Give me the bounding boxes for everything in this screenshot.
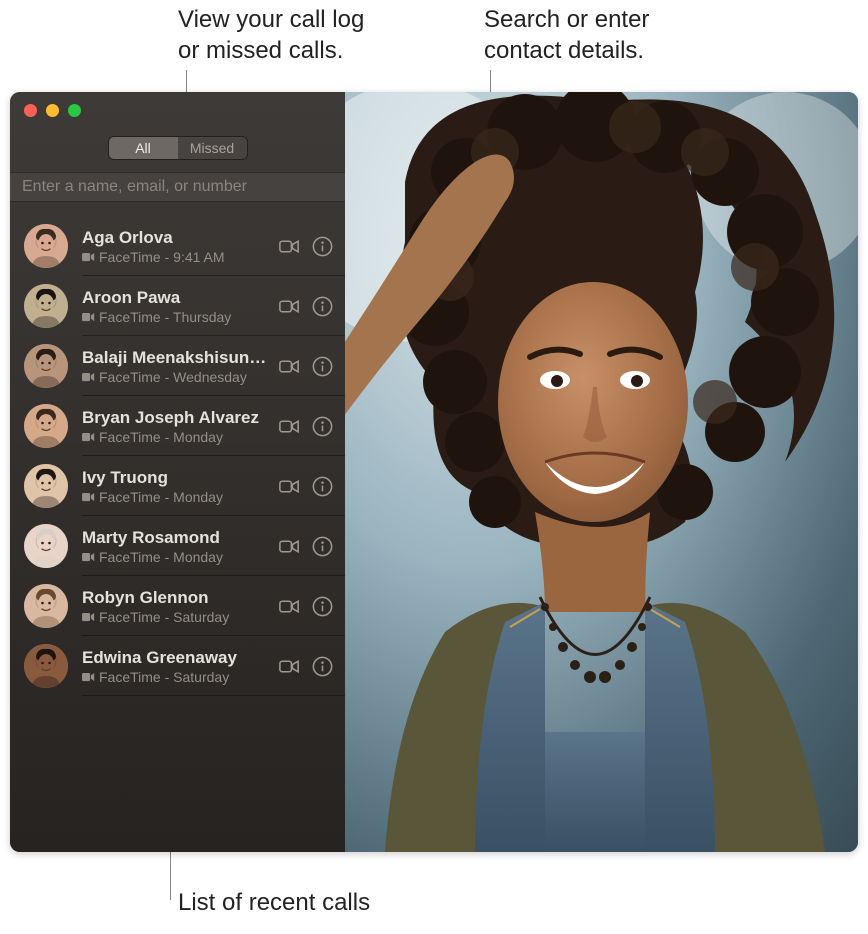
callout-search: Search or enter contact details. — [484, 4, 649, 66]
call-actions — [277, 294, 335, 319]
recent-calls-list: Aga OrlovaFaceTime - 9:41 AM Aroon PawaF… — [10, 202, 345, 852]
video-icon — [82, 669, 95, 685]
call-info: Marty RosamondFaceTime - Monday — [82, 528, 271, 565]
contact-name: Balaji Meenakshisun… — [82, 348, 271, 368]
call-meta: FaceTime - Monday — [82, 549, 271, 565]
avatar — [24, 524, 68, 568]
info-button[interactable] — [310, 534, 335, 559]
call-row[interactable]: Aroon PawaFaceTime - Thursday — [10, 276, 345, 336]
minimize-window-button[interactable] — [46, 104, 59, 117]
call-info: Balaji Meenakshisun…FaceTime - Wednesday — [82, 348, 271, 385]
tab-all[interactable]: All — [109, 137, 178, 159]
avatar — [24, 464, 68, 508]
callout-tabs: View your call log or missed calls. — [178, 4, 364, 66]
call-row[interactable]: Balaji Meenakshisun…FaceTime - Wednesday — [10, 336, 345, 396]
call-meta: FaceTime - Monday — [82, 429, 271, 445]
avatar — [24, 344, 68, 388]
call-info: Ivy TruongFaceTime - Monday — [82, 468, 271, 505]
info-button[interactable] — [310, 354, 335, 379]
callout-list: List of recent calls — [178, 887, 370, 918]
call-row[interactable]: Edwina GreenawayFaceTime - Saturday — [10, 636, 345, 696]
contact-name: Edwina Greenaway — [82, 648, 271, 668]
video-icon — [82, 369, 95, 385]
window-controls — [10, 92, 345, 130]
sidebar: All Missed Aga OrlovaFaceTime - 9:41 AM … — [10, 92, 345, 852]
fullscreen-window-button[interactable] — [68, 104, 81, 117]
contact-name: Aga Orlova — [82, 228, 271, 248]
video-call-button[interactable] — [277, 414, 302, 439]
info-button[interactable] — [310, 474, 335, 499]
info-button[interactable] — [310, 414, 335, 439]
call-type-time: FaceTime - Thursday — [99, 309, 231, 325]
call-actions — [277, 654, 335, 679]
contact-name: Marty Rosamond — [82, 528, 271, 548]
facetime-window: All Missed Aga OrlovaFaceTime - 9:41 AM … — [10, 92, 858, 852]
call-row[interactable]: Bryan Joseph AlvarezFaceTime - Monday — [10, 396, 345, 456]
tab-missed[interactable]: Missed — [178, 137, 247, 159]
call-info: Bryan Joseph AlvarezFaceTime - Monday — [82, 408, 271, 445]
search-input[interactable] — [10, 172, 345, 202]
info-button[interactable] — [310, 594, 335, 619]
call-info: Aga OrlovaFaceTime - 9:41 AM — [82, 228, 271, 265]
video-call-button[interactable] — [277, 354, 302, 379]
video-icon — [82, 489, 95, 505]
call-type-time: FaceTime - Monday — [99, 489, 223, 505]
info-button[interactable] — [310, 654, 335, 679]
call-actions — [277, 414, 335, 439]
call-info: Aroon PawaFaceTime - Thursday — [82, 288, 271, 325]
call-type-time: FaceTime - Wednesday — [99, 369, 247, 385]
call-type-time: FaceTime - Monday — [99, 429, 223, 445]
contact-name: Robyn Glennon — [82, 588, 271, 608]
video-call-button[interactable] — [277, 534, 302, 559]
call-info: Edwina GreenawayFaceTime - Saturday — [82, 648, 271, 685]
info-button[interactable] — [310, 294, 335, 319]
call-actions — [277, 474, 335, 499]
call-row[interactable]: Marty RosamondFaceTime - Monday — [10, 516, 345, 576]
call-meta: FaceTime - Thursday — [82, 309, 271, 325]
video-call-button[interactable] — [277, 654, 302, 679]
call-meta: FaceTime - Wednesday — [82, 369, 271, 385]
call-info: Robyn GlennonFaceTime - Saturday — [82, 588, 271, 625]
avatar — [24, 404, 68, 448]
call-meta: FaceTime - Saturday — [82, 669, 271, 685]
call-row[interactable]: Robyn GlennonFaceTime - Saturday — [10, 576, 345, 636]
call-actions — [277, 594, 335, 619]
call-type-time: FaceTime - 9:41 AM — [99, 249, 225, 265]
video-call-button[interactable] — [277, 234, 302, 259]
call-actions — [277, 234, 335, 259]
call-row[interactable]: Aga OrlovaFaceTime - 9:41 AM — [10, 216, 345, 276]
avatar — [24, 644, 68, 688]
video-icon — [82, 549, 95, 565]
video-call-button[interactable] — [277, 594, 302, 619]
avatar — [24, 584, 68, 628]
call-type-time: FaceTime - Saturday — [99, 609, 229, 625]
call-actions — [277, 534, 335, 559]
close-window-button[interactable] — [24, 104, 37, 117]
avatar — [24, 284, 68, 328]
video-call-button[interactable] — [277, 474, 302, 499]
video-icon — [82, 609, 95, 625]
call-meta: FaceTime - 9:41 AM — [82, 249, 271, 265]
video-call-button[interactable] — [277, 294, 302, 319]
call-actions — [277, 354, 335, 379]
info-button[interactable] — [310, 234, 335, 259]
video-icon — [82, 309, 95, 325]
call-meta: FaceTime - Saturday — [82, 609, 271, 625]
avatar — [24, 224, 68, 268]
contact-name: Ivy Truong — [82, 468, 271, 488]
call-type-time: FaceTime - Monday — [99, 549, 223, 565]
video-icon — [82, 429, 95, 445]
contact-name: Bryan Joseph Alvarez — [82, 408, 271, 428]
calls-filter-tabs: All Missed — [108, 136, 248, 160]
call-meta: FaceTime - Monday — [82, 489, 271, 505]
call-type-time: FaceTime - Saturday — [99, 669, 229, 685]
contact-name: Aroon Pawa — [82, 288, 271, 308]
video-preview — [345, 92, 858, 852]
call-row[interactable]: Ivy TruongFaceTime - Monday — [10, 456, 345, 516]
video-icon — [82, 249, 95, 265]
